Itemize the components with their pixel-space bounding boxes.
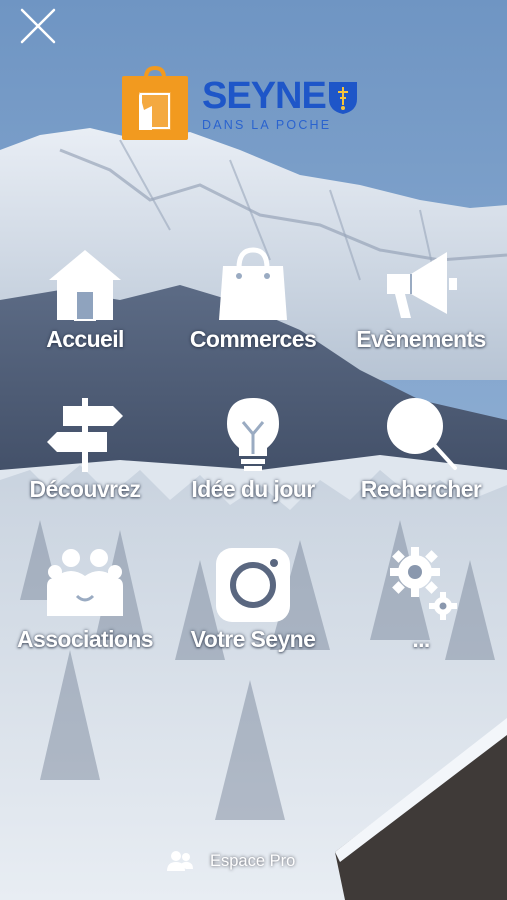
menu-item-votre-seyne[interactable]: Votre Seyne [168, 546, 338, 676]
menu-item-evenements[interactable]: Evènements [336, 246, 506, 376]
lightbulb-icon [227, 398, 279, 471]
menu-item-decouvrez[interactable]: Découvrez [0, 396, 170, 526]
menu-label: Découvrez [29, 476, 142, 502]
menu-item-commerces[interactable]: Commerces [168, 246, 338, 376]
espace-pro-label: Espace Pro [210, 851, 296, 870]
menu-item-associations[interactable]: Associations [0, 546, 170, 676]
menu-label: ... [412, 626, 430, 652]
close-button[interactable] [18, 8, 58, 44]
menu-item-idee-du-jour[interactable]: Idée du jour [168, 396, 338, 526]
shopping-bag-icon [219, 247, 287, 320]
megaphone-icon [387, 252, 457, 318]
menu-label: Rechercher [360, 476, 482, 502]
close-icon [20, 8, 56, 44]
signpost-icon [47, 398, 123, 472]
app-logo: SEYNE DANS LA POCHE [122, 66, 362, 142]
people-icon [47, 549, 123, 616]
coat-of-arms-icon [329, 82, 357, 114]
logo-title: SEYNE [202, 75, 327, 117]
menu-label: Evènements [356, 326, 486, 352]
home-icon [49, 250, 121, 321]
shopping-bag-logo-icon [122, 66, 188, 140]
menu-label: Votre Seyne [190, 626, 316, 652]
menu-label: Commerces [189, 326, 317, 352]
menu-item-accueil[interactable]: Accueil [0, 246, 170, 376]
espace-pro-link[interactable]: Espace Pro [166, 846, 295, 876]
menu-label: Accueil [46, 326, 124, 352]
settings-gear-icon [390, 547, 457, 620]
logo-subtitle: DANS LA POCHE [202, 118, 332, 132]
menu-label: Idée du jour [191, 476, 315, 502]
camera-icon [216, 548, 290, 622]
menu-item-rechercher[interactable]: Rechercher [336, 396, 506, 526]
search-icon [387, 398, 457, 470]
professional-users-icon [167, 851, 193, 871]
menu-item-more[interactable]: ... [336, 546, 506, 676]
menu-label: Associations [17, 626, 154, 652]
